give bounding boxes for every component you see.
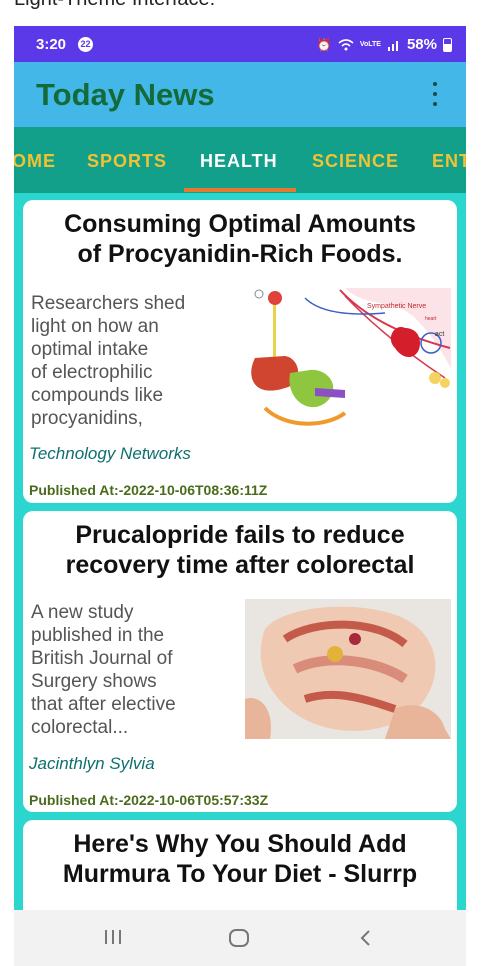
article-title: Here's Why You Should Add Murmura To You… (62, 830, 418, 888)
more-vert-icon[interactable] (426, 82, 444, 106)
app-title: Today News (36, 77, 215, 112)
article-published: Published At:-2022-10-06T08:36:11Z (29, 482, 268, 498)
article-published: Published At:-2022-10-06T05:57:33Z (29, 792, 269, 808)
page-caption: Light-Theme Interface: (14, 0, 215, 11)
alarm-icon: ⏰ (316, 37, 332, 52)
volte-label: VoLTE (359, 41, 381, 48)
battery-percent: 58% (406, 36, 437, 53)
tab-sports[interactable]: SPORTS (87, 151, 167, 172)
article-source: Technology Networks (29, 444, 191, 463)
status-bar: 3:20 22 ⏰ VoLTE 58% (14, 26, 466, 62)
home-icon[interactable] (228, 928, 250, 948)
svg-text:Sympathetic Nerve: Sympathetic Nerve (367, 303, 426, 310)
article-description: A new study published in the British Jou… (31, 602, 176, 738)
app-bar: Today News (14, 62, 466, 127)
tab-home[interactable]: OME (14, 151, 56, 172)
notification-count-badge: 22 (78, 37, 93, 52)
tab-health[interactable]: HEALTH (200, 151, 278, 172)
svg-text:act: act (435, 331, 444, 338)
back-icon[interactable] (358, 928, 372, 948)
article-description: Researchers shed light on how an optimal… (31, 293, 186, 429)
news-card[interactable]: Consuming Optimal Amounts of Procyanidin… (23, 200, 457, 503)
active-tab-indicator (184, 188, 296, 192)
recents-icon[interactable] (103, 928, 123, 946)
phone-screen: 3:20 22 ⏰ VoLTE 58% Today News OME SPORT… (14, 26, 466, 966)
battery-icon (443, 37, 452, 52)
wifi-icon (338, 38, 354, 50)
article-title: Prucalopride fails to reduce recovery ti… (65, 521, 415, 579)
signal-icon (387, 40, 398, 51)
news-card[interactable]: Prucalopride fails to reduce recovery ti… (23, 511, 457, 812)
status-time: 3:20 (36, 36, 67, 53)
article-image (245, 599, 451, 739)
article-image: Sympathetic Nerve heart act (245, 288, 451, 428)
article-title: Consuming Optimal Amounts of Procyanidin… (64, 210, 416, 268)
tab-science[interactable]: SCIENCE (312, 151, 399, 172)
system-nav-bar (14, 910, 466, 966)
status-icons: ⏰ VoLTE 58% (317, 36, 452, 53)
category-tabs: OME SPORTS HEALTH SCIENCE ENT (14, 127, 466, 193)
tab-entertainment[interactable]: ENT (432, 151, 466, 172)
article-source: Jacinthlyn Sylvia (29, 754, 155, 773)
svg-text:heart: heart (425, 316, 437, 322)
